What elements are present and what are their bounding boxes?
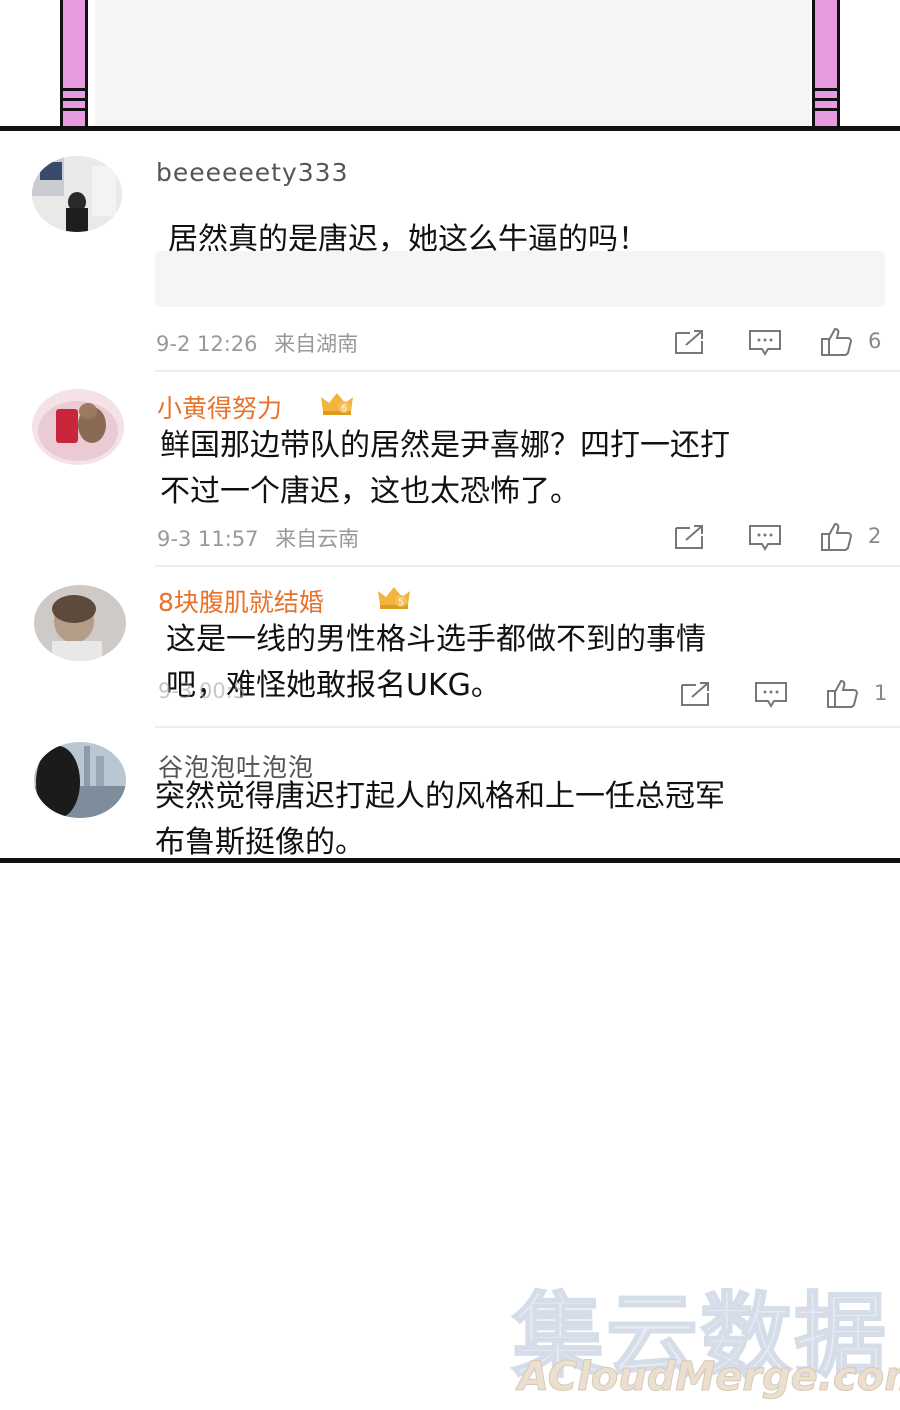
comment-location: 来自云南: [275, 527, 360, 551]
share-icon[interactable]: [672, 327, 706, 357]
watermark-url: ACloudMerge.com: [518, 1354, 900, 1401]
panel-border-bottom: [0, 858, 900, 863]
comments-panel: beeeeeety333 居然真的是唐迟，她这么牛逼的吗！ 9-2 12:26 …: [0, 131, 900, 858]
comment-meta: 9-3 11:57 来自云南: [157, 523, 359, 553]
username[interactable]: 8块腹肌就结婚: [158, 583, 324, 619]
comment-item: 谷泡泡吐泡泡 突然觉得唐迟打起人的风格和上一任总冠军 布鲁斯挺像的。: [0, 728, 900, 858]
comment-text: 鲜国那边带队的居然是尹喜娜？四打一还打 不过一个唐迟，这也太恐怖了。: [160, 423, 730, 515]
share-icon[interactable]: [672, 522, 706, 552]
comment-text-line: 布鲁斯挺像的。: [155, 825, 365, 858]
like-count: 2: [868, 524, 882, 548]
comment-item: 8块腹肌就结婚 5 这是一线的男性格斗选手都做不到的事情 吧，难怪她敢报名UKG…: [0, 567, 900, 728]
comment-actions: 1: [678, 679, 893, 709]
comment-text-line: 鲜国那边带队的居然是尹喜娜？四打一还打: [160, 428, 730, 463]
pink-pillar-right: [812, 0, 840, 126]
avatar[interactable]: [34, 585, 126, 661]
comment-time: 9-2 12:26: [156, 332, 258, 356]
avatar[interactable]: [34, 742, 126, 818]
svg-text:6: 6: [341, 404, 347, 414]
vip-crown-icon: 6: [320, 391, 354, 417]
username[interactable]: beeeeeety333: [156, 158, 348, 187]
comment-icon[interactable]: [754, 679, 788, 709]
top-panel: [0, 0, 900, 130]
avatar[interactable]: [32, 389, 124, 465]
comment-time: 9-3 11:57: [157, 527, 259, 551]
thumbs-up-icon[interactable]: [826, 679, 860, 709]
vip-crown-icon: 5: [377, 585, 411, 611]
blurred-content: [155, 251, 885, 307]
thumbs-up-icon[interactable]: [820, 522, 854, 552]
comment-icon[interactable]: [748, 522, 782, 552]
username[interactable]: 小黄得努力: [157, 389, 282, 425]
comment-location: 来自湖南: [274, 332, 359, 356]
share-icon[interactable]: [678, 679, 712, 709]
comment-meta: 9-3 00:5: [158, 679, 246, 703]
comment-actions: 2: [672, 522, 892, 552]
comment-icon[interactable]: [748, 327, 782, 357]
svg-text:5: 5: [398, 598, 404, 608]
avatar[interactable]: [32, 156, 122, 232]
comment-text: 这是一线的男性格斗选手都做不到的事情 吧，难怪她敢报名UKG。: [166, 617, 706, 709]
comment-text-line: 这是一线的男性格斗选手都做不到的事情: [166, 622, 706, 657]
top-panel-interior: [95, 0, 810, 126]
comment-actions: 6: [672, 327, 892, 357]
thumbs-up-icon[interactable]: [820, 327, 854, 357]
comment-time: 9-3 00:5: [158, 679, 247, 703]
comment-text-line: 吧，难怪她敢报名UKG。: [166, 668, 501, 703]
comment-text-line: 突然觉得唐迟打起人的风格和上一任总冠军: [155, 779, 725, 814]
comment-meta: 9-2 12:26 来自湖南: [156, 328, 358, 358]
like-count: 1: [874, 681, 888, 705]
pink-pillar-left: [60, 0, 88, 126]
comment-item: 小黄得努力 6 鲜国那边带队的居然是尹喜娜？四打一还打 不过一个唐迟，这也太恐怖…: [0, 371, 900, 567]
comment-text: 突然觉得唐迟打起人的风格和上一任总冠军 布鲁斯挺像的。: [155, 774, 725, 858]
like-count: 6: [868, 329, 882, 353]
comment-text-line: 不过一个唐迟，这也太恐怖了。: [160, 474, 580, 509]
comment-item: beeeeeety333 居然真的是唐迟，她这么牛逼的吗！ 9-2 12:26 …: [0, 131, 900, 372]
